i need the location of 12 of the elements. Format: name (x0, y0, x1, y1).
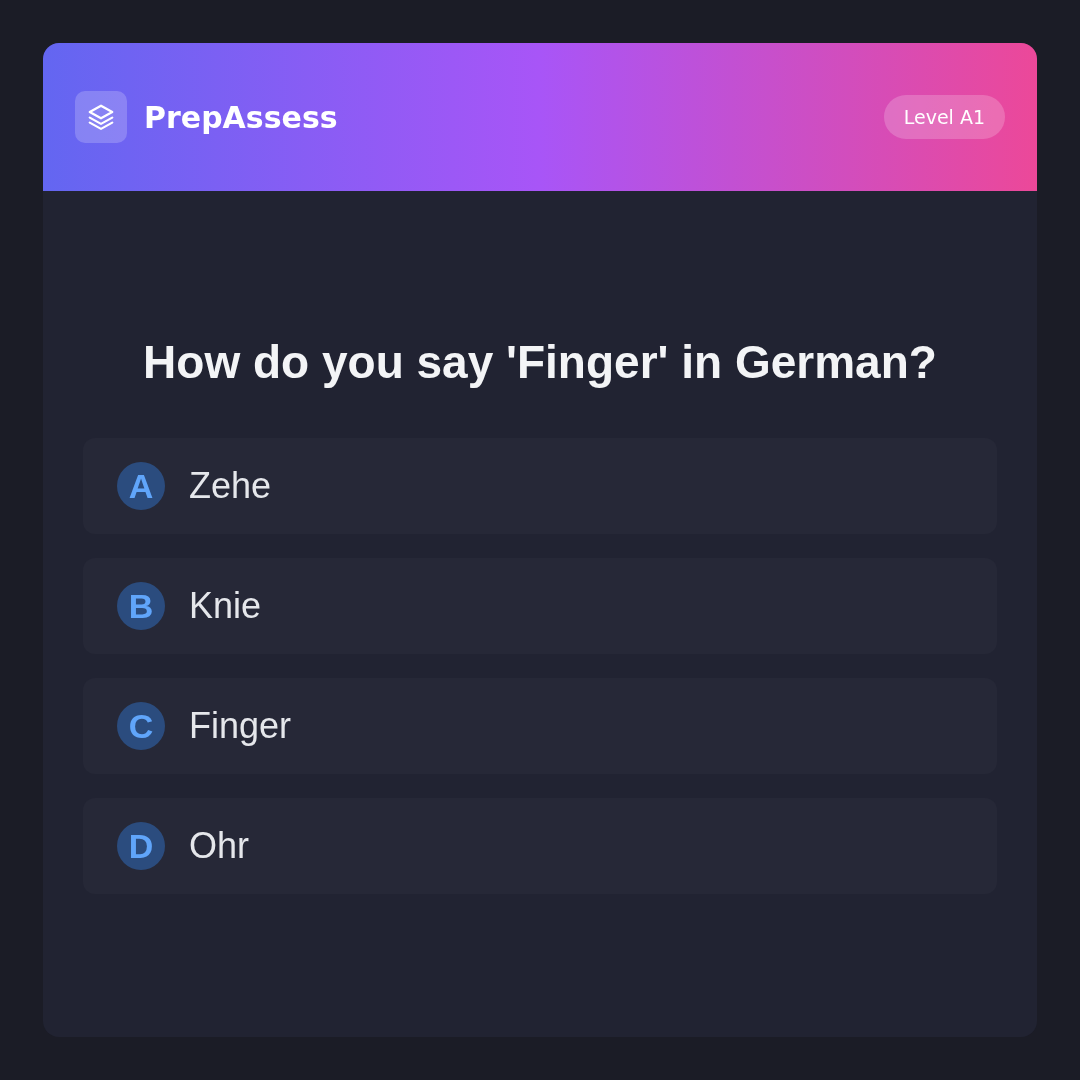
answer-option[interactable]: A Zehe (83, 438, 997, 534)
app-name: PrepAssess (144, 99, 338, 135)
answer-option[interactable]: B Knie (83, 558, 997, 654)
level-badge: Level A1 (883, 95, 1005, 139)
question-text: How do you say 'Finger' in German? (142, 335, 938, 390)
answer-option[interactable]: C Finger (83, 678, 997, 774)
layers-icon (75, 91, 127, 143)
option-letter: C (117, 702, 165, 750)
option-letter: B (117, 582, 165, 630)
answer-option[interactable]: D Ohr (83, 798, 997, 894)
option-letter: A (117, 462, 165, 510)
option-letter: D (117, 822, 165, 870)
